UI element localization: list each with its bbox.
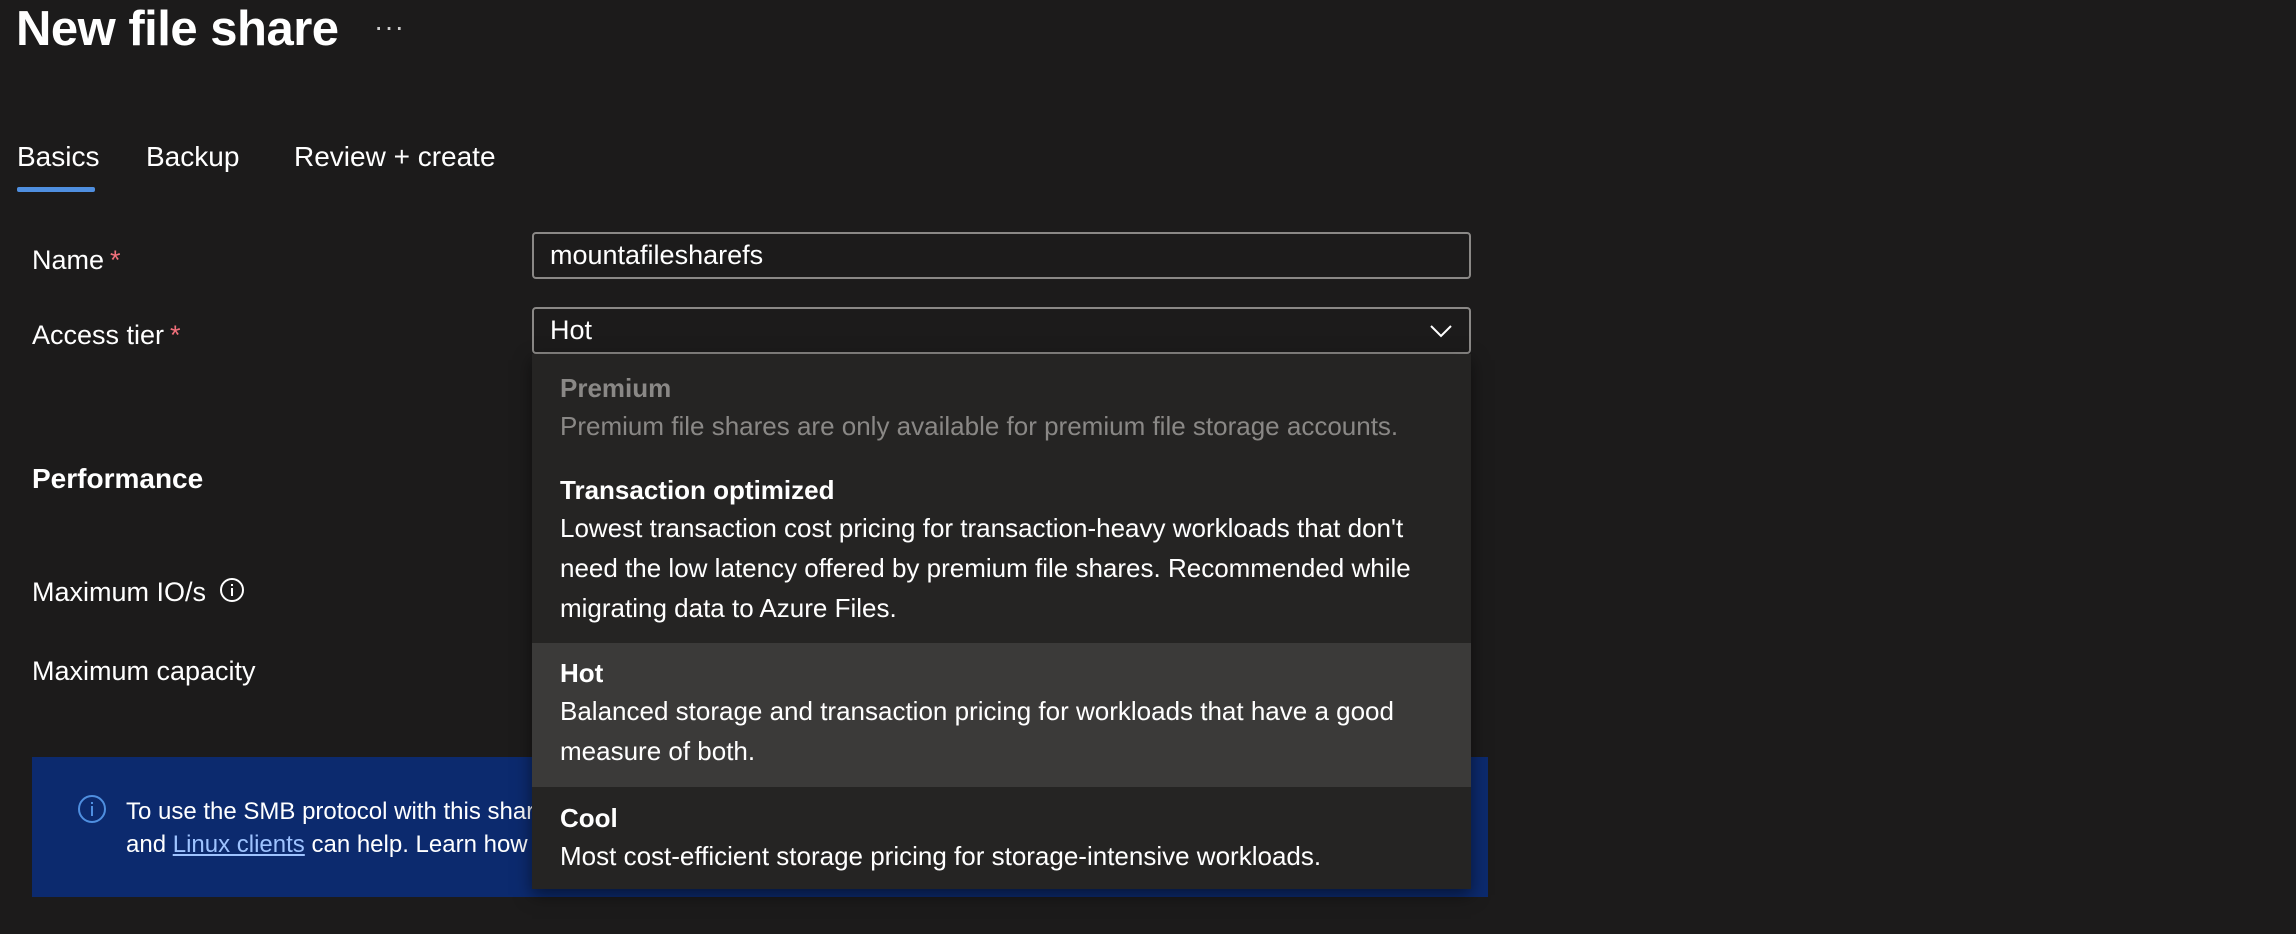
linux-clients-link[interactable]: Linux clients [173,831,305,858]
banner-line-2: and Linux clients can help. Learn how t [126,828,541,861]
option-title: Cool [560,803,618,833]
option-title: Hot [560,658,604,688]
info-icon [78,795,106,823]
access-tier-value: Hot [550,315,593,345]
access-tier-dropdown-list: Premium Premium file shares are only ava… [532,354,1471,889]
option-description: Most cost-efficient storage pricing for … [560,841,1322,871]
tab-backup[interactable]: Backup [146,138,239,176]
option-description: Lowest transaction cost pricing for tran… [560,513,1411,623]
access-tier-label-text: Access tier [32,320,165,350]
option-title: Premium [560,373,672,403]
tab-review-create[interactable]: Review + create [294,138,496,176]
chevron-down-icon [1430,325,1452,338]
maximum-capacity-label: Maximum capacity [32,656,256,686]
more-actions-button[interactable]: ··· [374,12,405,42]
option-description: Balanced storage and transaction pricing… [560,696,1394,766]
name-input[interactable]: mountafilesharefs [532,232,1471,279]
required-asterisk: * [170,320,181,350]
info-icon[interactable] [220,578,244,602]
banner-text: To use the SMB protocol with this shar a… [126,795,541,861]
banner-line-2-prefix: and [126,831,173,858]
option-description: Premium file shares are only available f… [560,411,1399,441]
required-asterisk: * [110,245,121,275]
option-transaction-optimized[interactable]: Transaction optimized Lowest transaction… [532,472,1471,664]
name-label: Name * [32,242,121,278]
tab-basics[interactable]: Basics [17,138,99,176]
option-cool[interactable]: Cool Most cost-efficient storage pricing… [532,800,1471,890]
page-title: New file share [16,2,339,56]
access-tier-label: Access tier * [32,317,181,353]
banner-line-1: To use the SMB protocol with this shar [126,798,535,825]
maximum-io-label: Maximum IO/s [32,577,207,607]
performance-heading: Performance [32,463,204,494]
name-label-text: Name [32,245,105,275]
access-tier-select[interactable]: Hot [532,307,1471,354]
option-hot[interactable]: Hot Balanced storage and transaction pri… [532,643,1471,787]
option-premium: Premium Premium file shares are only ava… [532,370,1471,470]
selected-tab-indicator [17,187,95,192]
banner-line-2-suffix: can help. Learn how t [304,831,541,858]
option-title: Transaction optimized [560,475,835,505]
